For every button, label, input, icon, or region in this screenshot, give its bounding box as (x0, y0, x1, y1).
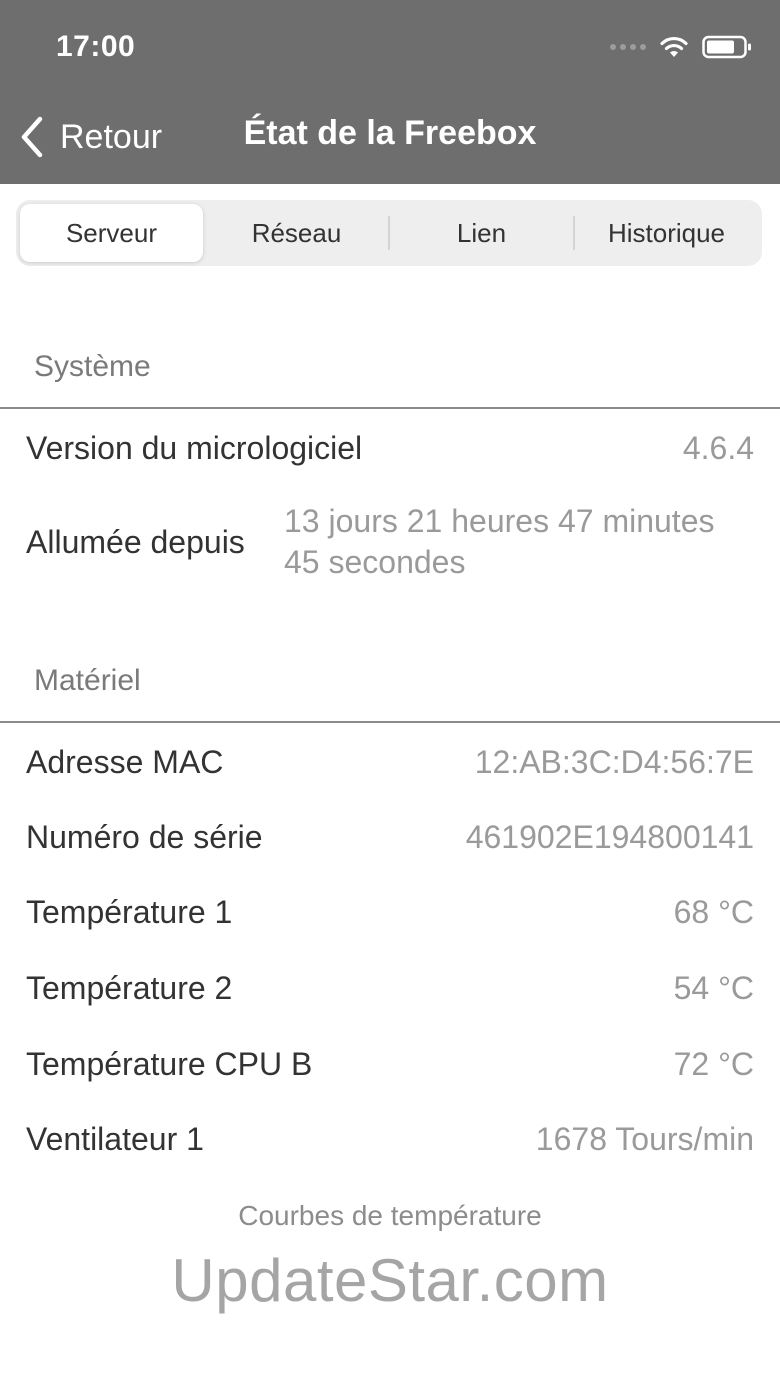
temperature-1-value: 68 °C (673, 893, 754, 930)
temperature-curves-link[interactable]: Courbes de température (0, 1200, 780, 1232)
temperature-2-row: Température 2 54 °C (0, 962, 780, 1014)
temperature-cpu-b-value: 72 °C (673, 1045, 754, 1082)
temperature-2-label: Température 2 (26, 969, 233, 1006)
serial-label: Numéro de série (26, 818, 263, 855)
status-time: 17:00 (56, 30, 136, 63)
fan-1-row: Ventilateur 1 1678 Tours/min (0, 1113, 780, 1165)
tab-reseau[interactable]: Réseau (205, 204, 388, 262)
battery-icon (702, 35, 751, 59)
status-indicators (610, 32, 752, 62)
temperature-cpu-b-label: Température CPU B (26, 1045, 313, 1082)
section-divider (0, 721, 780, 723)
section-header-hardware: Matériel (34, 664, 141, 697)
page-title: État de la Freebox (243, 114, 537, 152)
firmware-value: 4.6.4 (682, 429, 754, 466)
section-header-system: Système (34, 350, 151, 383)
temperature-cpu-b-row: Température CPU B 72 °C (0, 1038, 780, 1090)
firmware-row: Version du micrologiciel 4.6.4 (0, 422, 780, 474)
uptime-row: Allumée depuis 13 jours 21 heures 47 min… (0, 492, 780, 592)
fan-1-value: 1678 Tours/min (535, 1120, 754, 1157)
tab-lien[interactable]: Lien (390, 204, 573, 262)
uptime-label: Allumée depuis (26, 523, 245, 560)
serial-value: 461902E194800141 (465, 818, 754, 855)
navigation-header: 17:00 Retour État de la Freebox (0, 0, 780, 184)
mac-value: 12:AB:3C:D4:56:7E (474, 743, 754, 780)
firmware-label: Version du micrologiciel (26, 429, 363, 466)
tab-serveur[interactable]: Serveur (20, 204, 203, 262)
uptime-value: 13 jours 21 heures 47 minutes 45 seconde… (284, 503, 715, 580)
segmented-control: Serveur Réseau Lien Historique (16, 200, 762, 266)
mac-label: Adresse MAC (26, 743, 224, 780)
section-divider (0, 407, 780, 409)
fan-1-label: Ventilateur 1 (26, 1120, 204, 1157)
signal-icon (610, 44, 646, 50)
tab-historique[interactable]: Historique (575, 204, 758, 262)
watermark: UpdateStar.com (171, 1247, 609, 1314)
temperature-1-label: Température 1 (26, 893, 233, 930)
serial-row: Numéro de série 461902E194800141 (0, 811, 780, 863)
temperature-1-row: Température 1 68 °C (0, 886, 780, 938)
mac-row: Adresse MAC 12:AB:3C:D4:56:7E (0, 736, 780, 788)
wifi-icon (660, 36, 688, 57)
temperature-2-value: 54 °C (673, 969, 754, 1006)
